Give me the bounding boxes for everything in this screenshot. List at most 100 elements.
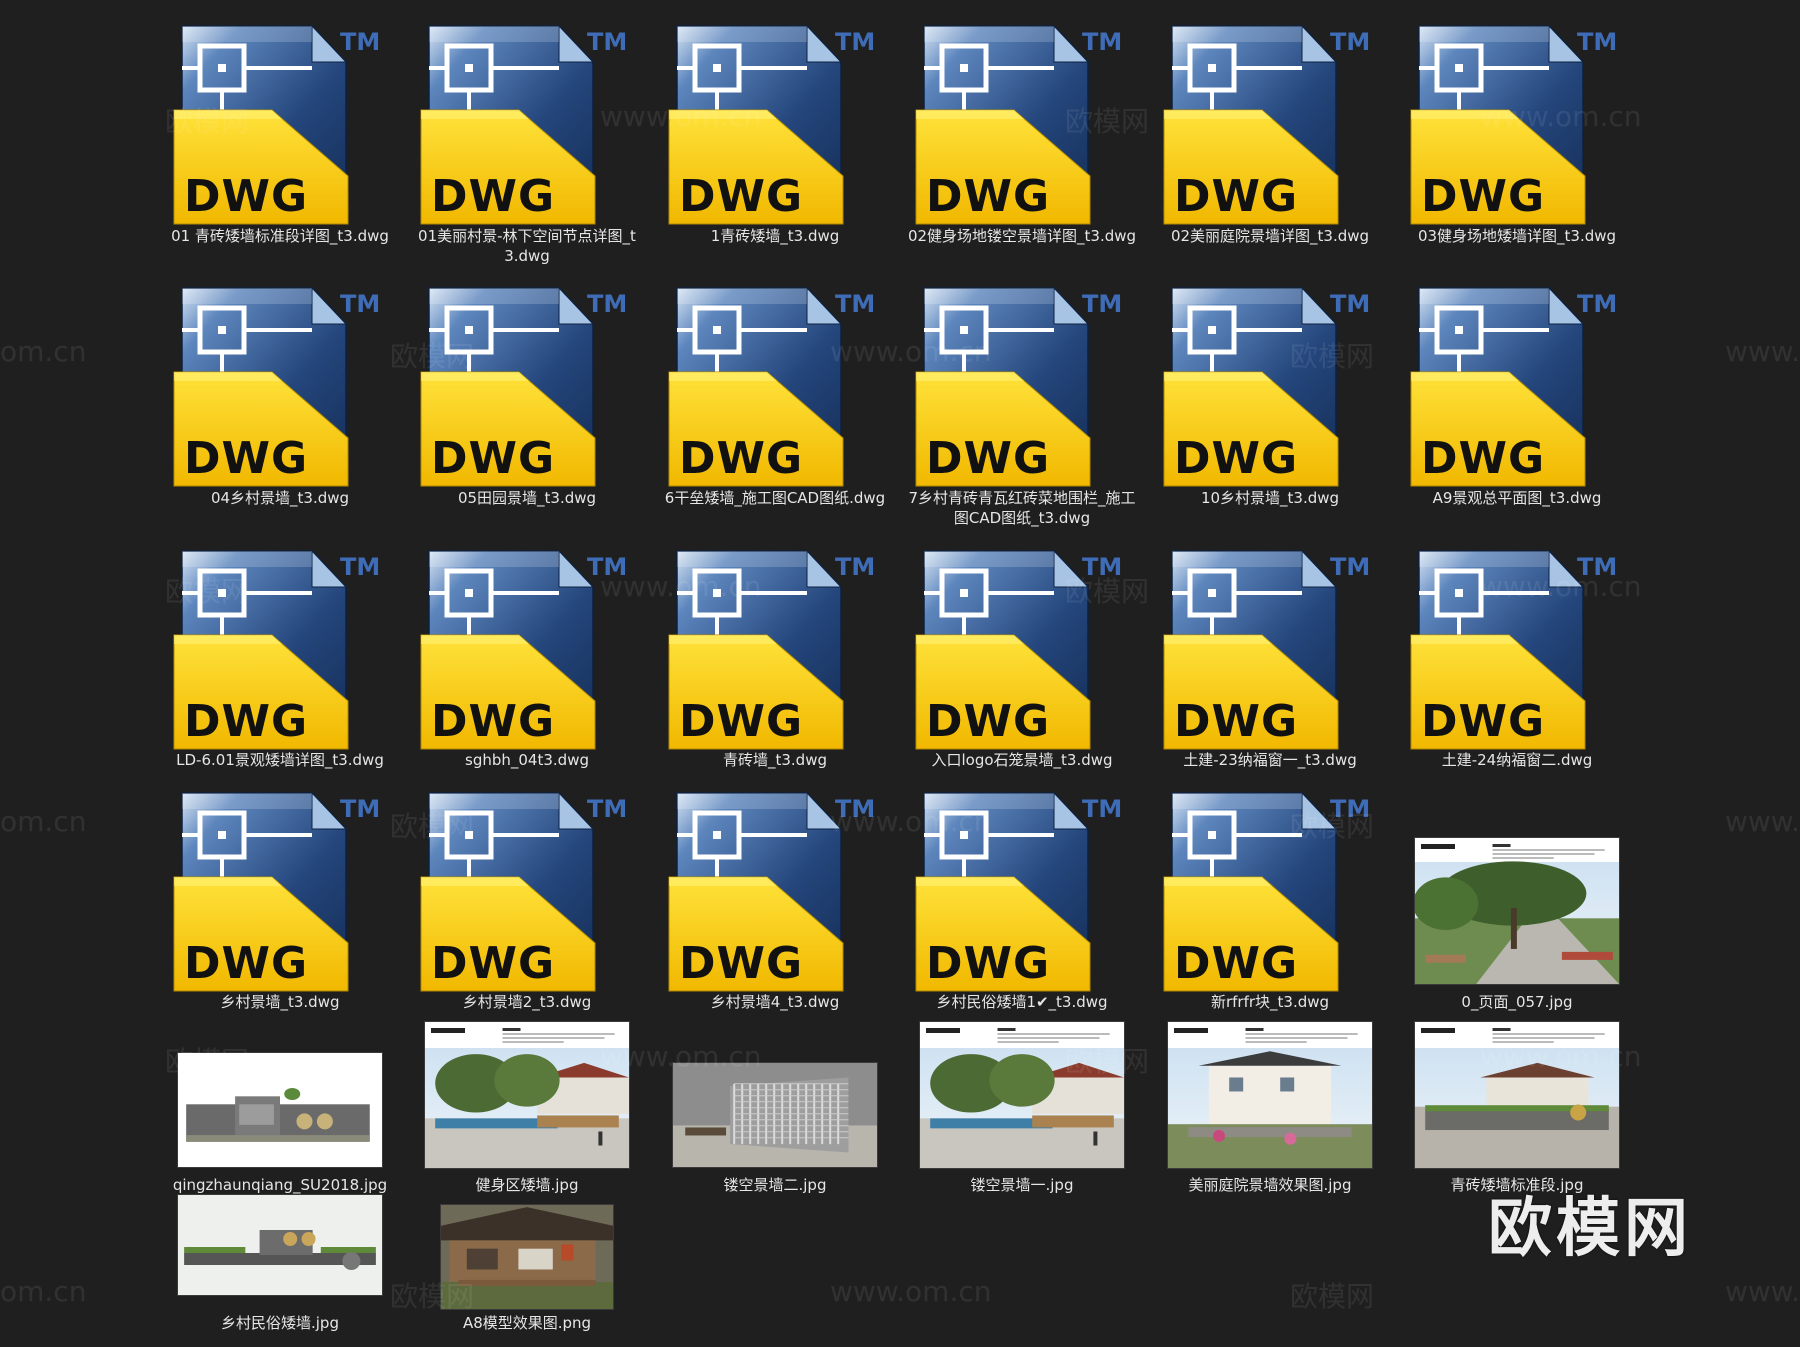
dwg-file-icon: DWG TM	[1163, 286, 1370, 487]
file-name-label: 入口logo石笼景墙_t3.dwg	[931, 751, 1113, 769]
svg-text:TM: TM	[340, 553, 380, 581]
file-name-label: 乡村景墙4_t3.dwg	[710, 993, 840, 1011]
image-thumbnail	[425, 1022, 629, 1168]
svg-text:TM: TM	[340, 28, 380, 56]
svg-text:TM: TM	[1082, 553, 1122, 581]
file-name-label: 05田园景墙_t3.dwg	[457, 489, 597, 507]
dwg-file-icon: DWG TM	[1410, 549, 1617, 750]
svg-text:DWG: DWG	[679, 938, 803, 989]
image-thumbnail	[178, 1195, 382, 1295]
dwg-file-icon: DWG TM	[668, 24, 875, 225]
file-name-label: sghbh_04t3.dwg	[465, 751, 589, 769]
dwg-file-icon: DWG TM	[420, 24, 627, 225]
svg-text:DWG: DWG	[431, 171, 555, 222]
file-name-label: 土建-24纳福窗二.dwg	[1441, 751, 1593, 769]
file-item-dwg[interactable]: DWG TM sghbh_04t3.dwg	[409, 543, 645, 769]
file-item-image[interactable]: 镂空景墙二.jpg	[657, 1063, 893, 1194]
file-item-dwg[interactable]: DWG TM 03健身场地矮墙详图_t3.dwg	[1399, 18, 1635, 245]
file-name-label: 10乡村景墙_t3.dwg	[1200, 489, 1340, 507]
svg-text:DWG: DWG	[679, 433, 803, 484]
dwg-file-icon: DWG TM	[1410, 24, 1617, 225]
dwg-file-icon: DWG TM	[668, 286, 875, 487]
file-item-image[interactable]: 镂空景墙一.jpg	[904, 1022, 1140, 1194]
file-name-label: A8模型效果图.png	[462, 1314, 592, 1332]
svg-text:DWG: DWG	[431, 938, 555, 989]
dwg-file-icon: DWG TM	[1163, 791, 1370, 992]
dwg-file-icon: DWG TM	[420, 286, 627, 487]
file-name-label: 03健身场地矮墙详图_t3.dwg	[1417, 227, 1617, 245]
file-item-dwg[interactable]: DWG TM 10乡村景墙_t3.dwg	[1152, 280, 1388, 507]
svg-text:TM: TM	[1082, 795, 1122, 823]
file-item-image[interactable]: 青砖矮墙标准段.jpg	[1399, 1022, 1635, 1194]
image-thumbnail	[920, 1022, 1124, 1168]
file-item-dwg[interactable]: DWG TM 1青砖矮墙_t3.dwg	[657, 18, 893, 245]
svg-text:TM: TM	[835, 795, 875, 823]
svg-text:TM: TM	[587, 795, 627, 823]
svg-text:TM: TM	[1577, 28, 1617, 56]
dwg-file-icon: DWG TM	[1163, 549, 1370, 750]
svg-text:TM: TM	[835, 553, 875, 581]
svg-text:TM: TM	[1082, 290, 1122, 318]
file-item-dwg[interactable]: DWG TM A9景观总平面图_t3.dwg	[1399, 280, 1635, 507]
file-item-image[interactable]: 0_页面_057.jpg	[1399, 838, 1635, 1011]
file-name-label: 乡村景墙_t3.dwg	[220, 993, 340, 1011]
dwg-file-icon: DWG TM	[915, 791, 1122, 992]
svg-text:DWG: DWG	[1421, 171, 1545, 222]
file-item-image[interactable]: qingzhaunqiang_SU2018.jpg	[162, 1053, 398, 1194]
file-item-dwg[interactable]: DWG TM 04乡村景墙_t3.dwg	[162, 280, 398, 507]
file-name-label: 04乡村景墙_t3.dwg	[210, 489, 350, 507]
dwg-file-icon: DWG TM	[1410, 286, 1617, 487]
svg-text:DWG: DWG	[926, 938, 1050, 989]
file-item-dwg[interactable]: DWG TM 01美丽村景-林下空间节点详图_t3.dwg	[409, 18, 645, 265]
file-item-image[interactable]: A8模型效果图.png	[409, 1205, 645, 1332]
file-item-dwg[interactable]: DWG TM 02健身场地镂空景墙详图_t3.dwg	[904, 18, 1140, 245]
file-item-image[interactable]: 美丽庭院景墙效果图.jpg	[1152, 1022, 1388, 1194]
file-name-label: 01美丽村景-林下空间节点详图_t3.dwg	[418, 227, 636, 265]
svg-text:DWG: DWG	[1421, 696, 1545, 747]
file-item-dwg[interactable]: DWG TM 乡村景墙4_t3.dwg	[657, 785, 893, 1011]
file-item-image[interactable]: 乡村民俗矮墙.jpg	[162, 1195, 398, 1332]
file-item-dwg[interactable]: DWG TM 6干垒矮墙_施工图CAD图纸.dwg	[657, 280, 893, 507]
dwg-file-icon: DWG TM	[668, 549, 875, 750]
svg-text:TM: TM	[835, 28, 875, 56]
dwg-file-icon: DWG TM	[420, 791, 627, 992]
file-name-label: 01 青砖矮墙标准段详图_t3.dwg	[171, 227, 389, 245]
file-item-dwg[interactable]: DWG TM 01 青砖矮墙标准段详图_t3.dwg	[162, 18, 398, 245]
svg-text:DWG: DWG	[184, 696, 308, 747]
file-name-label: 土建-23纳福窗一_t3.dwg	[1183, 751, 1357, 769]
file-item-dwg[interactable]: DWG TM 7乡村青砖青瓦红砖菜地围栏_施工图CAD图纸_t3.dwg	[904, 280, 1140, 527]
file-item-dwg[interactable]: DWG TM 乡村景墙_t3.dwg	[162, 785, 398, 1011]
svg-text:TM: TM	[1082, 28, 1122, 56]
file-item-dwg[interactable]: DWG TM 乡村景墙2_t3.dwg	[409, 785, 645, 1011]
dwg-file-icon: DWG TM	[915, 549, 1122, 750]
svg-text:DWG: DWG	[926, 433, 1050, 484]
dwg-file-icon: DWG TM	[915, 24, 1122, 225]
file-name-label: 青砖墙_t3.dwg	[722, 751, 827, 769]
file-name-label: 乡村民俗矮墙1✔_t3.dwg	[936, 993, 1108, 1011]
file-item-dwg[interactable]: DWG TM 新rfrfr块_t3.dwg	[1152, 785, 1388, 1011]
svg-text:DWG: DWG	[679, 696, 803, 747]
brand-watermark: 欧模网	[1488, 1192, 1692, 1266]
dwg-file-icon: DWG TM	[173, 24, 380, 225]
file-name-label: qingzhaunqiang_SU2018.jpg	[172, 1176, 388, 1194]
file-name-label: 美丽庭院景墙效果图.jpg	[1188, 1176, 1352, 1194]
svg-text:TM: TM	[587, 553, 627, 581]
svg-text:TM: TM	[1577, 553, 1617, 581]
file-item-dwg[interactable]: DWG TM 土建-24纳福窗二.dwg	[1399, 543, 1635, 769]
file-item-dwg[interactable]: DWG TM 土建-23纳福窗一_t3.dwg	[1152, 543, 1388, 769]
svg-text:TM: TM	[1577, 290, 1617, 318]
file-item-dwg[interactable]: DWG TM 入口logo石笼景墙_t3.dwg	[904, 543, 1140, 769]
file-item-dwg[interactable]: DWG TM 05田园景墙_t3.dwg	[409, 280, 645, 507]
file-name-label: 1青砖矮墙_t3.dwg	[710, 227, 840, 245]
file-item-dwg[interactable]: DWG TM 乡村民俗矮墙1✔_t3.dwg	[904, 785, 1140, 1011]
file-item-dwg[interactable]: DWG TM 02美丽庭院景墙详图_t3.dwg	[1152, 18, 1388, 245]
file-name-label: 健身区矮墙.jpg	[475, 1176, 579, 1194]
file-item-image[interactable]: 健身区矮墙.jpg	[409, 1022, 645, 1194]
file-item-dwg[interactable]: DWG TM 青砖墙_t3.dwg	[657, 543, 893, 769]
file-name-label: 02美丽庭院景墙详图_t3.dwg	[1170, 227, 1370, 245]
svg-text:DWG: DWG	[431, 696, 555, 747]
file-item-dwg[interactable]: DWG TM LD-6.01景观矮墙详图_t3.dwg	[162, 543, 398, 769]
dwg-file-icon: DWG TM	[173, 549, 380, 750]
svg-text:DWG: DWG	[926, 171, 1050, 222]
file-name-label: 新rfrfr块_t3.dwg	[1210, 993, 1330, 1011]
